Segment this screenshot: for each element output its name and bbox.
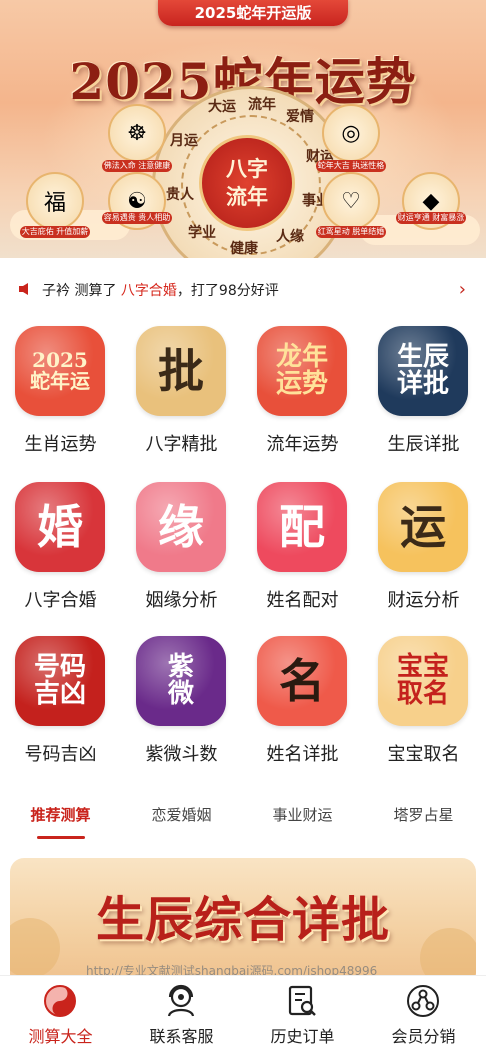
service-item[interactable]: 批八字精批 xyxy=(121,318,242,468)
service-person-icon xyxy=(167,984,195,1017)
icon-glyph: 2025 蛇年运 xyxy=(30,348,90,393)
year-fortune-icon: 龙年 运势 xyxy=(257,326,347,416)
bottom-nav: 测算大全 联系客服 历史订单 会员分销 xyxy=(0,975,486,1051)
wheel-label: 贵人 xyxy=(166,187,194,203)
wedding-dress-icon: 婚 xyxy=(15,482,105,572)
wheel-label: 学业 xyxy=(188,225,216,241)
chevron-right-icon[interactable]: › xyxy=(459,279,466,300)
bubble-caption: 红鸾星动 脱单结婚 xyxy=(316,226,386,238)
icon-glyph: 缘 xyxy=(158,499,204,554)
service-item[interactable]: 缘姻缘分析 xyxy=(121,474,242,624)
activity-notice[interactable]: 子衿 测算了 八字合婚，打了98分好评 › xyxy=(0,270,486,308)
notice-item: 八字合婚 xyxy=(120,283,177,299)
center-label: 八字流年 xyxy=(226,156,268,209)
scroll-pi-icon: 批 xyxy=(136,326,226,416)
nav-label: 会员分销 xyxy=(391,1027,456,1046)
share-network-icon xyxy=(407,985,439,1017)
number-luck-icon: 号码 吉凶 xyxy=(15,636,105,726)
wheel-label: 月运 xyxy=(170,133,198,149)
hero-banner[interactable]: 2025蛇年开运版 2025蛇年运势 大运 流年 爱情 财运 事业 人缘 健康 … xyxy=(0,0,486,258)
name-scroll-icon: 名 xyxy=(257,636,347,726)
taiji-icon: 生辰 详批 xyxy=(378,326,468,416)
service-item[interactable]: 婚八字合婚 xyxy=(0,474,121,624)
service-item[interactable]: 运财运分析 xyxy=(363,474,484,624)
order-search-icon xyxy=(288,985,316,1016)
tab-recommended[interactable]: 推荐测算 xyxy=(0,804,121,825)
service-item[interactable]: 名姓名详批 xyxy=(242,628,363,778)
nav-item-order-history[interactable]: 历史订单 xyxy=(242,976,363,1052)
taiji-nav-icon xyxy=(44,985,76,1017)
service-item[interactable]: 号码 吉凶 号码吉凶 xyxy=(0,628,121,778)
nav-label: 测算大全 xyxy=(28,1027,93,1046)
icon-glyph: 婚 xyxy=(37,499,83,554)
nav-item-member-distribution[interactable]: 会员分销 xyxy=(363,976,484,1052)
fortune-seal-icon: 福 xyxy=(26,172,84,230)
icon-glyph: 生辰 详批 xyxy=(396,341,449,399)
notice-verb: 测算了 xyxy=(74,283,117,299)
nav-item-customer-service[interactable]: 联系客服 xyxy=(121,976,242,1052)
speaker-icon xyxy=(19,283,28,295)
icon-glyph: 运 xyxy=(400,499,446,554)
name-match-icon: 配 xyxy=(257,482,347,572)
service-label: 财运分析 xyxy=(387,590,460,611)
snake-zodiac-icon: 2025 蛇年运 xyxy=(15,326,105,416)
bazi-liunian-center: 八字流年 xyxy=(199,135,295,231)
wheel-label: 流年 xyxy=(248,97,276,113)
buddha-icon: ☸ xyxy=(108,104,166,162)
bubble-caption: 佛法入命 注意健康 xyxy=(102,160,172,172)
service-label: 紫微斗数 xyxy=(145,744,218,765)
service-item[interactable]: 配姓名配对 xyxy=(242,474,363,624)
icon-glyph: 批 xyxy=(158,343,204,398)
service-item[interactable]: 2025 蛇年运生肖运势 xyxy=(0,318,121,468)
icon-glyph: 名 xyxy=(279,653,325,708)
nav-label: 历史订单 xyxy=(270,1027,335,1046)
service-item[interactable]: 宝宝 取名 宝宝取名 xyxy=(363,628,484,778)
bubble-caption: 财运亨通 财富暴涨 xyxy=(396,212,466,224)
service-label: 生辰详批 xyxy=(387,434,460,455)
bubble-caption: 大吉庇佑 升值加薪 xyxy=(20,226,90,238)
service-label: 姓名配对 xyxy=(266,590,339,611)
wheel-label: 大运 xyxy=(208,99,236,115)
service-label: 八字精批 xyxy=(145,434,218,455)
fate-yuan-icon: 缘 xyxy=(136,482,226,572)
wheel-label: 人缘 xyxy=(276,229,304,245)
tab-tarot-astrology[interactable]: 塔罗占星 xyxy=(363,804,484,825)
service-item[interactable]: 紫 微紫微斗数 xyxy=(121,628,242,778)
service-item[interactable]: 龙年 运势 流年运势 xyxy=(242,318,363,468)
bubble-caption: 蛇年大吉 执迷性格 xyxy=(316,160,386,172)
nav-item-all-readings[interactable]: 测算大全 xyxy=(0,976,121,1052)
service-label: 号码吉凶 xyxy=(24,744,97,765)
ziwei-icon: 紫 微 xyxy=(136,636,226,726)
coin-fortune-icon: 运 xyxy=(378,482,468,572)
promo-title: 生辰综合详批 xyxy=(95,892,390,948)
tab-love-marriage[interactable]: 恋爱婚姻 xyxy=(121,804,242,825)
edition-badge: 2025蛇年开运版 xyxy=(158,0,348,26)
service-label: 流年运势 xyxy=(266,434,339,455)
service-label: 八字合婚 xyxy=(24,590,97,611)
icon-glyph: 龙年 运势 xyxy=(275,341,328,399)
notice-tail: ，打了98分好评 xyxy=(176,283,279,299)
nav-label: 联系客服 xyxy=(149,1027,214,1046)
icon-glyph: 宝宝 取名 xyxy=(396,651,449,709)
category-tabs: 推荐测算 恋爱婚姻 事业财运 塔罗占星 xyxy=(0,792,486,842)
tab-career-wealth[interactable]: 事业财运 xyxy=(242,804,363,825)
service-label: 姻缘分析 xyxy=(145,590,218,611)
promo-banner[interactable]: 生辰综合详批 http://专业文献测试shangbai源码.com/ishop… xyxy=(10,858,476,988)
active-tab-indicator xyxy=(37,836,85,839)
service-item[interactable]: 生辰 详批 生辰详批 xyxy=(363,318,484,468)
jade-icon: ◎ xyxy=(322,104,380,162)
icon-glyph: 号码 吉凶 xyxy=(33,651,86,709)
icon-glyph: 配 xyxy=(279,499,325,554)
ring-icon: ♡ xyxy=(322,172,380,230)
bubble-caption: 容易遇贵 贵人相助 xyxy=(102,212,172,224)
notice-user: 子衿 xyxy=(42,283,70,299)
wheel-label: 健康 xyxy=(230,241,258,257)
service-label: 姓名详批 xyxy=(266,744,339,765)
baby-naming-icon: 宝宝 取名 xyxy=(378,636,468,726)
service-label: 生肖运势 xyxy=(24,434,97,455)
wheel-label: 爱情 xyxy=(286,109,314,125)
notice-text: 子衿 测算了 八字合婚，打了98分好评 xyxy=(42,280,279,300)
icon-glyph: 紫 微 xyxy=(167,651,194,709)
service-label: 宝宝取名 xyxy=(387,744,460,765)
